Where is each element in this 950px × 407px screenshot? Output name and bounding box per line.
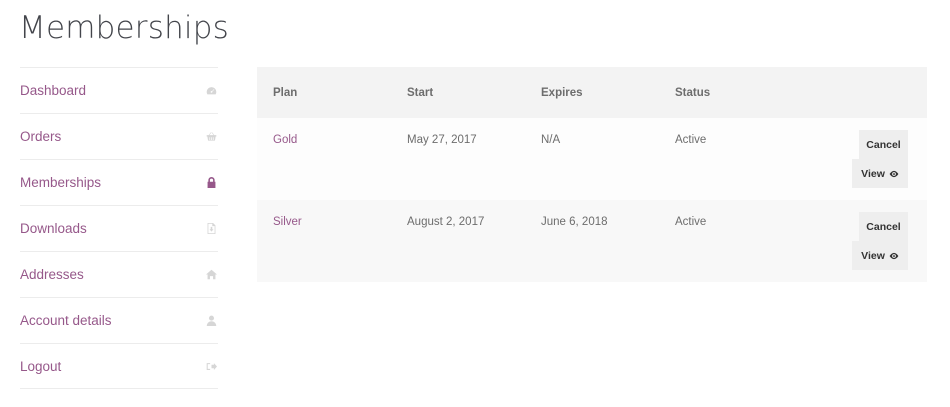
file-download-icon bbox=[204, 222, 218, 236]
column-header-actions bbox=[793, 67, 927, 118]
status-cell: Active bbox=[675, 216, 707, 228]
sidebar-item-label: Logout bbox=[20, 358, 62, 374]
table-row: Silver August 2, 2017 June 6, 2018 Activ… bbox=[257, 200, 927, 282]
column-header-plan: Plan bbox=[273, 86, 298, 99]
cancel-button-label: Cancel bbox=[866, 138, 901, 151]
sidebar-item-label: Addresses bbox=[20, 267, 84, 282]
plan-link[interactable]: Gold bbox=[273, 134, 297, 146]
eye-icon bbox=[889, 252, 899, 259]
sidebar-item-label: Dashboard bbox=[20, 83, 87, 98]
cancel-button-label: Cancel bbox=[866, 220, 901, 233]
home-icon bbox=[204, 268, 218, 282]
view-button[interactable]: View bbox=[852, 241, 908, 270]
expires-cell: June 6, 2018 bbox=[541, 216, 608, 228]
table-header-row: Plan Start Expires Status bbox=[257, 67, 927, 118]
sidebar-item-label: Orders bbox=[20, 129, 62, 144]
start-date-cell: August 2, 2017 bbox=[407, 216, 485, 228]
dashboard-gauge-icon bbox=[204, 84, 218, 98]
actions-cell: Cancel View bbox=[793, 200, 927, 282]
cancel-button[interactable]: Cancel bbox=[859, 212, 908, 241]
plan-link[interactable]: Silver bbox=[273, 216, 302, 228]
eye-icon bbox=[889, 170, 899, 177]
column-header-status: Status bbox=[675, 86, 711, 99]
sidebar-item-dashboard[interactable]: Dashboard bbox=[20, 67, 218, 113]
sidebar-item-downloads[interactable]: Downloads bbox=[20, 205, 218, 251]
sidebar-item-logout[interactable]: Logout bbox=[20, 343, 218, 389]
sidebar-item-label: Account details bbox=[20, 313, 112, 328]
sidebar-item-account-details[interactable]: Account details bbox=[20, 297, 218, 343]
memberships-table: Plan Start Expires Status Gold May 27, 2… bbox=[257, 67, 927, 282]
cancel-button[interactable]: Cancel bbox=[859, 130, 908, 159]
column-header-start: Start bbox=[407, 86, 434, 99]
sidebar-item-label: Downloads bbox=[20, 221, 87, 236]
expires-cell: N/A bbox=[541, 134, 561, 146]
lock-icon bbox=[204, 176, 218, 190]
status-cell: Active bbox=[675, 134, 707, 146]
column-header-expires: Expires bbox=[541, 86, 583, 99]
account-navigation: Dashboard Orders Memberships Downloads A… bbox=[20, 67, 218, 389]
actions-cell: Cancel View bbox=[793, 118, 927, 200]
sign-out-icon bbox=[204, 359, 218, 373]
table-row: Gold May 27, 2017 N/A Active Cancel View bbox=[257, 118, 927, 200]
view-button-label: View bbox=[861, 167, 885, 180]
view-button[interactable]: View bbox=[852, 159, 908, 188]
basket-icon bbox=[204, 130, 218, 144]
user-icon bbox=[204, 314, 218, 328]
page-title: Memberships bbox=[19, 10, 229, 46]
sidebar-item-orders[interactable]: Orders bbox=[20, 113, 218, 159]
view-button-label: View bbox=[861, 249, 885, 262]
sidebar-item-label: Memberships bbox=[20, 175, 102, 190]
sidebar-item-addresses[interactable]: Addresses bbox=[20, 251, 218, 297]
start-date-cell: May 27, 2017 bbox=[407, 134, 477, 146]
sidebar-item-memberships[interactable]: Memberships bbox=[20, 159, 218, 205]
